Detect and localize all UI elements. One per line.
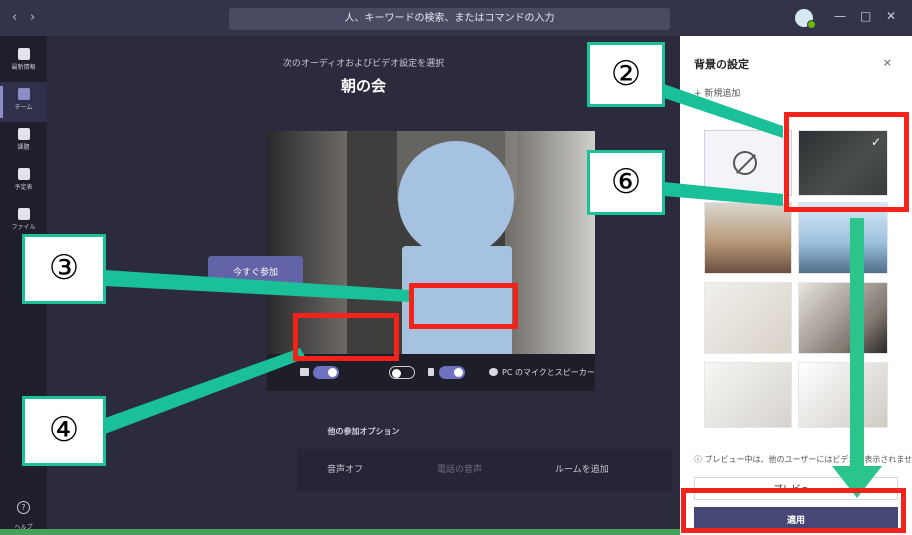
rail-item-activity[interactable]: 最新情報 — [0, 42, 47, 82]
mic-icon — [428, 368, 434, 376]
rail-item-label: ファイル — [11, 224, 36, 231]
camera-toggle[interactable] — [313, 366, 339, 379]
person-silhouette-head — [398, 141, 514, 257]
rail-item-calendar[interactable]: 予定表 — [0, 162, 47, 202]
minimize-button[interactable]: — — [834, 9, 846, 23]
forward-button[interactable]: › — [30, 10, 35, 25]
background-blur-toggle[interactable] — [389, 366, 415, 379]
rail-item-label: 課題 — [17, 144, 30, 151]
calendar-icon — [17, 168, 30, 180]
phone-audio-option[interactable]: 電話の音声 — [437, 449, 482, 492]
presence-status-icon — [807, 20, 816, 29]
background-option-room-white[interactable] — [704, 282, 792, 354]
close-icon[interactable]: × — [883, 56, 892, 69]
blurred-background — [505, 131, 595, 354]
other-join-options-title: 他の参加オプション — [327, 427, 400, 436]
info-text: プレビュー中は、他のユーザーにはビデオは表示されません。 — [704, 455, 912, 464]
camera-icon — [300, 368, 309, 376]
info-icon: ⓘ — [694, 455, 702, 464]
rail-item-teams[interactable]: チーム — [0, 82, 47, 122]
bottom-accent-strip — [0, 529, 680, 535]
highlight-apply-button — [681, 488, 906, 533]
teams-icon — [17, 88, 30, 100]
background-option-none[interactable] — [704, 130, 792, 196]
title-bar: ‹ › 人、キーワードの検索、またはコマンドの入力 — □ ✕ — [0, 0, 912, 36]
panel-title: 背景の設定 — [694, 58, 749, 71]
background-option-room-window[interactable] — [798, 282, 888, 354]
callout-3: ③ — [22, 234, 106, 304]
prohibited-icon — [733, 151, 757, 175]
audio-device-label[interactable]: PC のマイクとスピーカー — [502, 367, 595, 378]
file-icon — [17, 208, 30, 220]
callout-2: ② — [587, 42, 665, 107]
rail-item-label: 予定表 — [14, 184, 33, 191]
background-settings-panel: 背景の設定 × + 新規追加 ✓ ⓘ プレビュー中は、他のユーザーにはビデオは表… — [680, 36, 912, 535]
callout-4: ④ — [22, 396, 106, 466]
rail-item-label: チーム — [14, 104, 33, 111]
help-icon: ? — [17, 501, 30, 514]
preview-info-text: ⓘ プレビュー中は、他のユーザーにはビデオは表示されません。 — [694, 454, 912, 465]
settings-subtitle: 次のオーディオおよびビデオ設定を選択 — [282, 59, 445, 69]
assignments-icon — [17, 128, 30, 140]
plus-icon: + — [694, 89, 702, 99]
background-option-city[interactable] — [798, 202, 888, 274]
rail-item-assignments[interactable]: 課題 — [0, 122, 47, 162]
add-new-label: 新規追加 — [704, 89, 741, 99]
audio-off-option[interactable]: 音声オフ — [327, 449, 363, 492]
gear-icon[interactable] — [489, 368, 498, 376]
pre-join-screen: 次のオーディオおよびビデオ設定を選択 朝の会 今すぐ参加 PC のマイクとスピー… — [47, 36, 680, 535]
other-join-options: 音声オフ 電話の音声 ルームを追加 — [297, 449, 672, 492]
highlight-camera-toggle — [293, 313, 399, 361]
add-new-background-button[interactable]: + 新規追加 — [694, 86, 740, 99]
bell-icon — [17, 48, 30, 60]
rail-item-label: 最新情報 — [11, 64, 36, 71]
add-room-option[interactable]: ルームを追加 — [555, 449, 609, 492]
back-button[interactable]: ‹ — [12, 10, 17, 25]
teams-window: ‹ › 人、キーワードの検索、またはコマンドの入力 — □ ✕ 最新情報 チーム… — [0, 0, 912, 535]
background-option-office[interactable] — [704, 202, 792, 274]
background-option-hall[interactable] — [704, 362, 792, 428]
background-option-studio[interactable] — [798, 362, 888, 428]
close-window-button[interactable]: ✕ — [886, 9, 896, 23]
search-input[interactable]: 人、キーワードの検索、またはコマンドの入力 — [229, 8, 670, 30]
meeting-title: 朝の会 — [340, 77, 386, 95]
callout-6: ⑥ — [587, 150, 665, 215]
maximize-button[interactable]: □ — [860, 9, 871, 23]
highlight-join-button — [409, 283, 518, 329]
mic-toggle[interactable] — [439, 366, 465, 379]
join-now-button[interactable]: 今すぐ参加 — [208, 256, 303, 286]
highlight-blur-background — [784, 112, 909, 212]
